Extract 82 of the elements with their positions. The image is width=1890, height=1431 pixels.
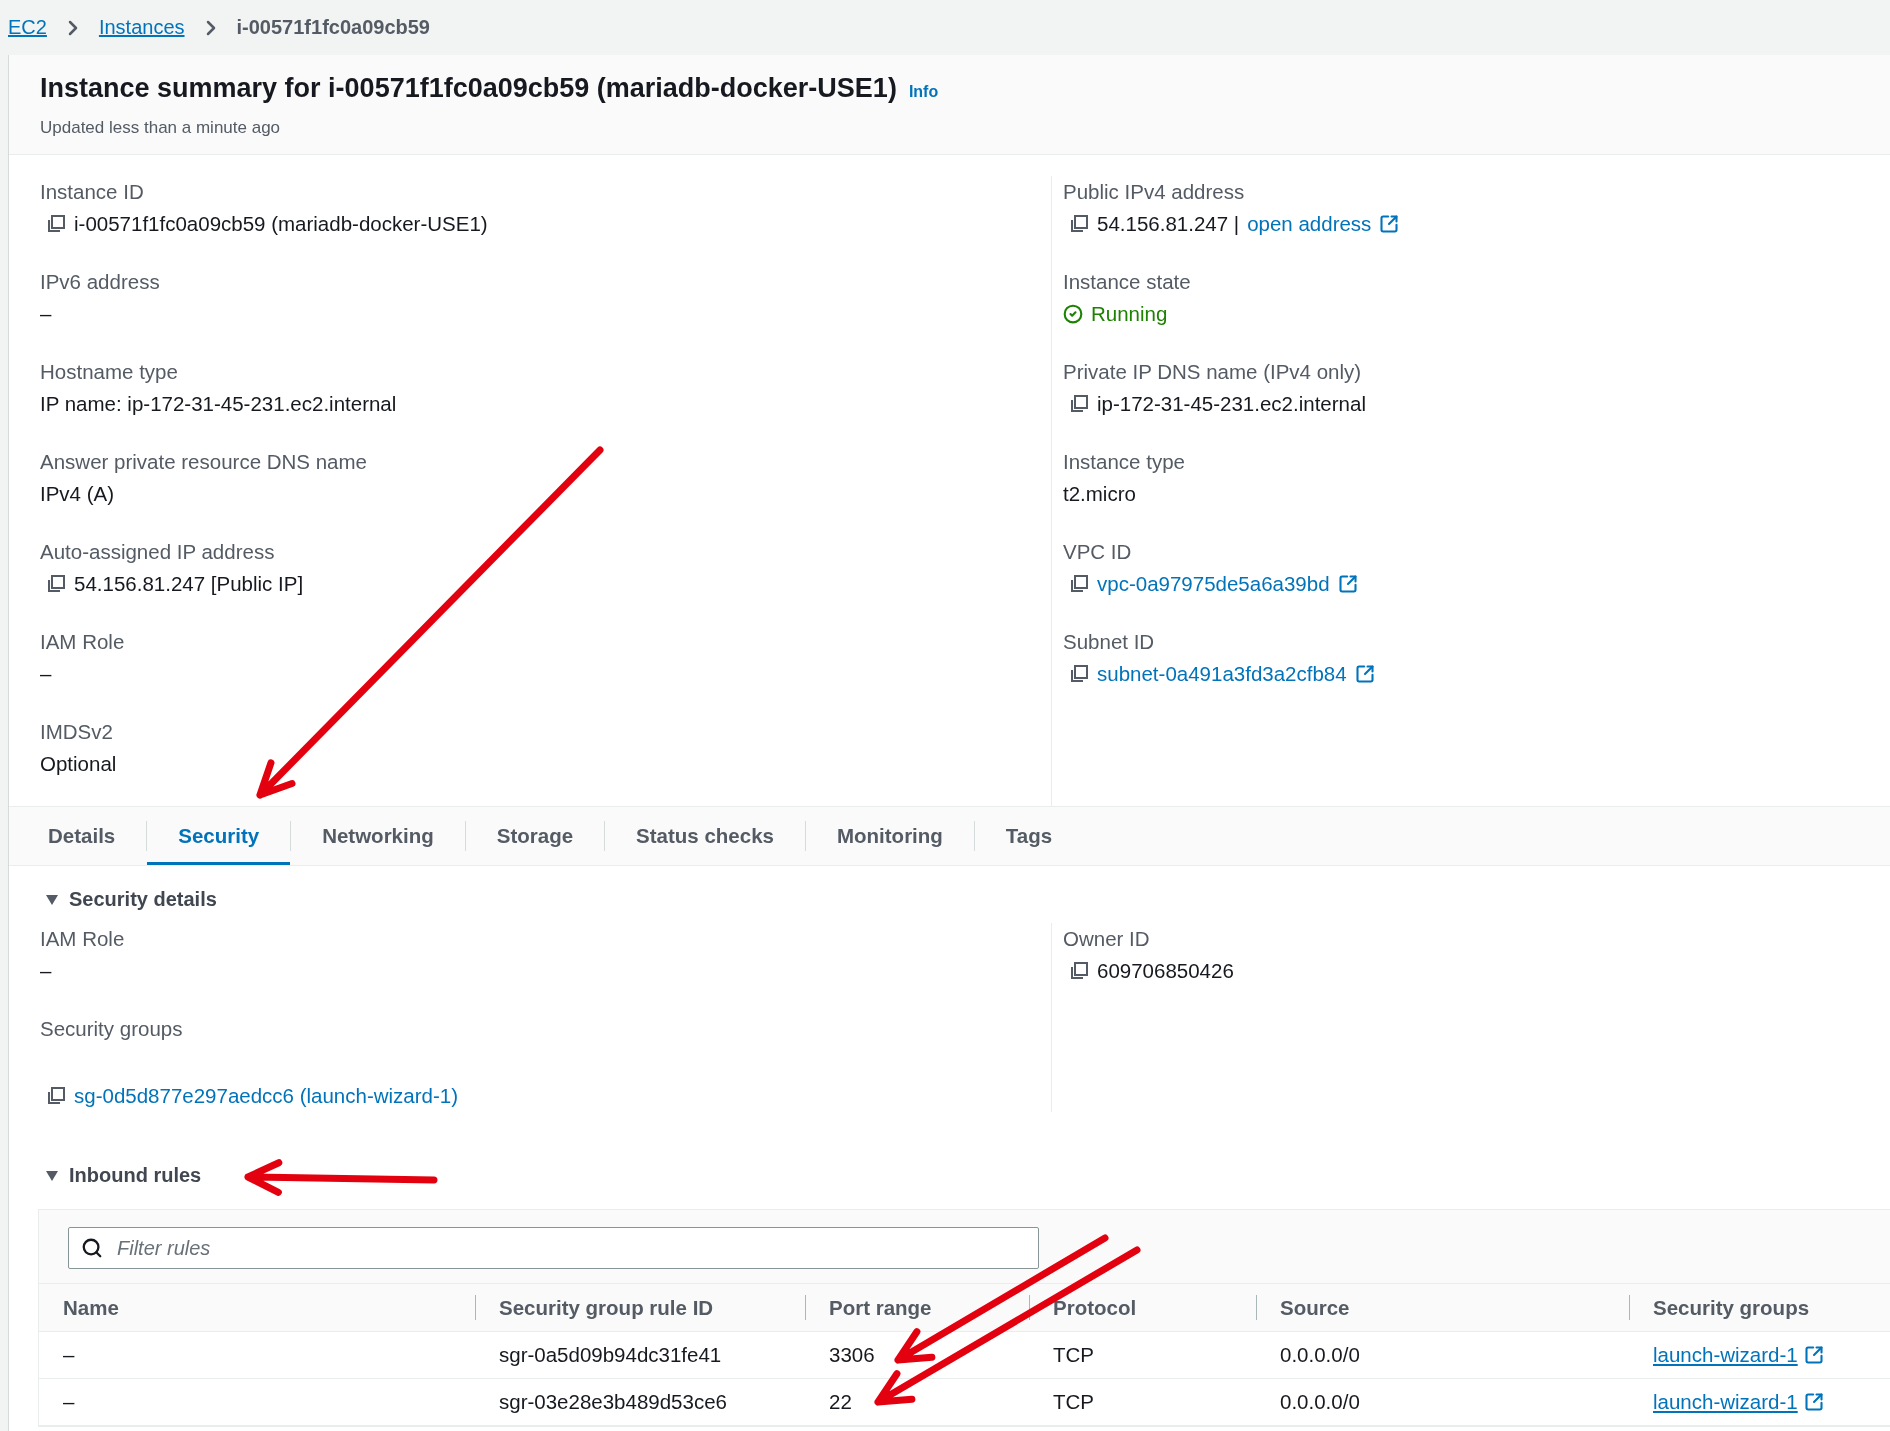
breadcrumb-current: i-00571f1fc0a09cb59 — [236, 16, 430, 39]
field-label: Security groups — [40, 1016, 184, 1042]
table-cell: 0.0.0.0/0 — [1280, 1390, 1360, 1413]
external-link-icon[interactable] — [1803, 1392, 1824, 1412]
column-header: Security group rule ID — [499, 1295, 714, 1319]
copy-icon[interactable] — [1069, 664, 1089, 684]
tab[interactable]: Networking — [291, 807, 465, 865]
check-circle-icon — [1063, 304, 1083, 324]
tab[interactable]: Status checks — [605, 807, 805, 865]
external-link-icon[interactable] — [1354, 664, 1375, 684]
copy-icon[interactable] — [1069, 394, 1089, 414]
field-label: Answer private resource DNS name — [40, 449, 368, 475]
updated-text: Updated less than a minute ago — [40, 118, 282, 138]
copy-icon[interactable] — [46, 214, 66, 234]
field-value: 609706850426 — [1097, 959, 1234, 983]
field-value: i-00571f1fc0a09cb59 (mariadb-docker-USE1) — [74, 212, 488, 236]
field-label: Public IPv4 address — [1063, 179, 1246, 205]
field-value: ip-172-31-45-231.ec2.internal — [1097, 392, 1366, 416]
column-header: Port range — [829, 1295, 932, 1319]
field-link[interactable]: vpc-0a97975de5a6a39bd — [1097, 572, 1330, 596]
field-link[interactable]: open address — [1247, 212, 1372, 236]
field-label: Owner ID — [1063, 926, 1151, 952]
copy-icon[interactable] — [46, 574, 66, 594]
external-link-icon[interactable] — [1379, 214, 1400, 234]
field-value: 54.156.81.247 [Public IP] — [74, 572, 304, 596]
external-link-icon[interactable] — [1337, 574, 1358, 594]
copy-icon[interactable] — [46, 1086, 66, 1106]
field-value: IP name: ip-172-31-45-231.ec2.internal — [40, 392, 397, 416]
field-label: IAM Role — [40, 926, 126, 952]
field-label: Instance ID — [40, 179, 145, 205]
copy-icon[interactable] — [1069, 574, 1089, 594]
field-link[interactable]: subnet-0a491a3fd3a2cfb84 — [1097, 662, 1347, 686]
search-icon — [81, 1237, 103, 1259]
field-value: – — [40, 959, 52, 983]
column-header: Name — [63, 1295, 119, 1319]
tab[interactable]: Details — [17, 807, 147, 865]
column-header: Protocol — [1053, 1295, 1137, 1319]
inbound-rules-toggle[interactable]: Inbound rules — [45, 1164, 202, 1187]
field-label: IAM Role — [40, 629, 126, 655]
field-label: IPv6 address — [40, 269, 161, 295]
copy-icon[interactable] — [1069, 961, 1089, 981]
field-value: IPv4 (A) — [40, 482, 115, 506]
copy-icon[interactable] — [1069, 214, 1089, 234]
table-cell: sgr-0a5d09b94dc31fe41 — [499, 1343, 722, 1366]
filter-field[interactable]: Filter rules — [68, 1227, 1039, 1269]
field-label: Private IP DNS name (IPv4 only) — [1063, 359, 1363, 385]
security-group-link[interactable]: launch-wizard-1 — [1653, 1390, 1798, 1414]
field-label: IMDSv2 — [40, 719, 114, 745]
field-link[interactable]: sg-0d5d877e297aedcc6 (launch-wizard-1) — [74, 1084, 459, 1108]
table-cell: TCP — [1053, 1390, 1094, 1413]
breadcrumb-link[interactable]: Instances — [98, 16, 185, 39]
security-details-toggle[interactable]: Security details — [45, 888, 217, 911]
field-label: Hostname type — [40, 359, 179, 385]
column-header: Security groups — [1653, 1295, 1810, 1319]
field-value: – — [40, 302, 52, 326]
field-value: t2.micro — [1063, 482, 1136, 506]
table-cell: – — [63, 1343, 75, 1366]
security-group-link[interactable]: launch-wizard-1 — [1653, 1343, 1798, 1367]
tab[interactable]: Monitoring — [805, 807, 974, 865]
tab[interactable]: Tags — [974, 807, 1084, 865]
info-link[interactable]: Info — [908, 83, 939, 101]
field-label: VPC ID — [1063, 539, 1133, 565]
field-label: Subnet ID — [1063, 629, 1156, 655]
table-cell: 22 — [829, 1390, 852, 1413]
field-value: Optional — [40, 752, 117, 776]
tab[interactable]: Security — [147, 807, 291, 865]
field-label: Instance state — [1063, 269, 1192, 295]
table-cell: 3306 — [829, 1343, 875, 1366]
breadcrumb-link[interactable]: EC2 — [8, 16, 47, 39]
field-value: 54.156.81.247 | — [1097, 212, 1240, 236]
field-label: Auto-assigned IP address — [40, 539, 276, 565]
field-value: – — [40, 662, 52, 686]
table-cell: sgr-03e28e3b489d53ce6 — [499, 1390, 727, 1413]
table-cell: 0.0.0.0/0 — [1280, 1343, 1360, 1366]
field-label: Instance type — [1063, 449, 1186, 475]
external-link-icon[interactable] — [1803, 1345, 1824, 1365]
status-value: Running — [1091, 302, 1168, 326]
tab[interactable]: Storage — [465, 807, 605, 865]
column-header: Source — [1280, 1295, 1350, 1319]
page-title: Instance summary for i-00571f1fc0a09cb59 (mariadb-docker-USE1) — [40, 73, 897, 104]
table-cell: – — [63, 1390, 75, 1413]
table-cell: TCP — [1053, 1343, 1094, 1366]
